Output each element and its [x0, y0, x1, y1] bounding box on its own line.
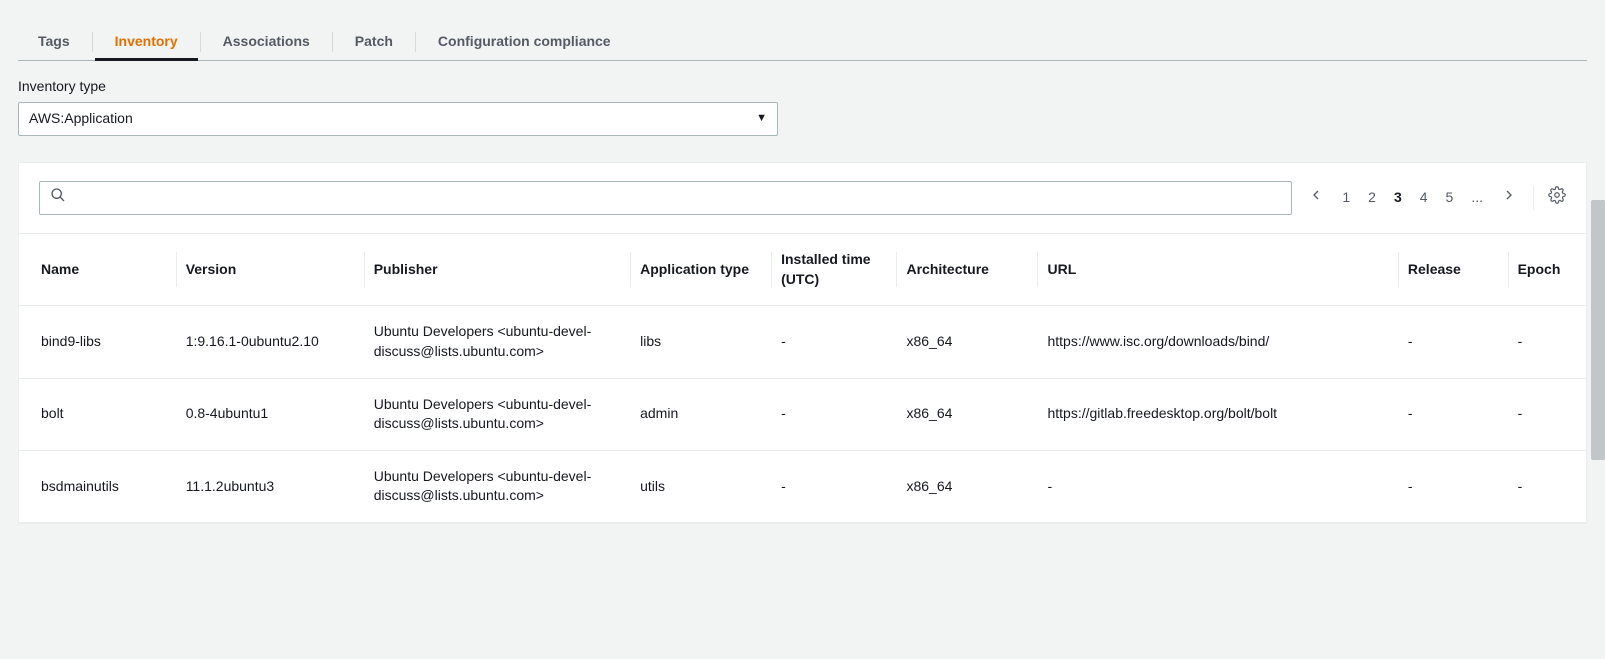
inventory-table: Name Version Publisher Application type … [19, 233, 1586, 523]
cell-publisher: Ubuntu Developers <ubuntu-devel-discuss@… [364, 450, 630, 522]
cell-installed: - [771, 378, 896, 450]
cell-installed: - [771, 306, 896, 378]
pager-page-2[interactable]: 2 [1368, 188, 1376, 208]
col-architecture[interactable]: Architecture [896, 234, 1037, 306]
cell-apptype: libs [630, 306, 771, 378]
pager-page-4[interactable]: 4 [1420, 188, 1428, 208]
cell-name: bind9-libs [19, 306, 176, 378]
cell-epoch: - [1508, 450, 1586, 522]
col-publisher[interactable]: Publisher [364, 234, 630, 306]
col-url[interactable]: URL [1037, 234, 1397, 306]
table-row: bind9-libs1:9.16.1-0ubuntu2.10Ubuntu Dev… [19, 306, 1586, 378]
col-installed[interactable]: Installed time (UTC) [771, 234, 896, 306]
col-release[interactable]: Release [1398, 234, 1508, 306]
cell-version: 0.8-4ubuntu1 [176, 378, 364, 450]
toolbar: 1 2 3 4 5 ... [19, 163, 1586, 233]
table-row: bolt0.8-4ubuntu1Ubuntu Developers <ubunt… [19, 378, 1586, 450]
cell-release: - [1398, 450, 1508, 522]
cell-apptype: admin [630, 378, 771, 450]
table-row: bsdmainutils11.1.2ubuntu3Ubuntu Develope… [19, 450, 1586, 522]
tab-associations[interactable]: Associations [203, 24, 330, 60]
cell-version: 11.1.2ubuntu3 [176, 450, 364, 522]
cell-apptype: utils [630, 450, 771, 522]
table-header-row: Name Version Publisher Application type … [19, 234, 1586, 306]
tab-tags[interactable]: Tags [18, 24, 90, 60]
col-epoch[interactable]: Epoch [1508, 234, 1586, 306]
tab-separator [332, 32, 333, 52]
tab-configuration-compliance[interactable]: Configuration compliance [418, 24, 631, 60]
cell-epoch: - [1508, 378, 1586, 450]
inventory-panel: 1 2 3 4 5 ... [18, 162, 1587, 524]
cell-release: - [1398, 378, 1508, 450]
cell-arch: x86_64 [896, 450, 1037, 522]
pager-page-1[interactable]: 1 [1342, 188, 1350, 208]
col-name[interactable]: Name [19, 234, 176, 306]
settings-button[interactable] [1533, 186, 1566, 210]
search-input[interactable] [74, 190, 1281, 206]
inventory-type-select[interactable]: AWS:Application ▼ [18, 102, 778, 136]
tab-separator [92, 32, 93, 52]
cell-url: https://www.isc.org/downloads/bind/ [1037, 306, 1397, 378]
vertical-scrollbar[interactable] [1591, 200, 1605, 460]
cell-arch: x86_64 [896, 306, 1037, 378]
search-input-wrapper[interactable] [39, 181, 1292, 215]
pager-next-icon[interactable] [1501, 187, 1517, 209]
cell-installed: - [771, 450, 896, 522]
cell-url: - [1037, 450, 1397, 522]
cell-publisher: Ubuntu Developers <ubuntu-devel-discuss@… [364, 378, 630, 450]
tab-separator [200, 32, 201, 52]
tab-patch[interactable]: Patch [335, 24, 413, 60]
cell-version: 1:9.16.1-0ubuntu2.10 [176, 306, 364, 378]
cell-epoch: - [1508, 306, 1586, 378]
inventory-type-value: AWS:Application [29, 109, 133, 129]
cell-arch: x86_64 [896, 378, 1037, 450]
col-apptype[interactable]: Application type [630, 234, 771, 306]
cell-url: https://gitlab.freedesktop.org/bolt/bolt [1037, 378, 1397, 450]
pager-page-3[interactable]: 3 [1394, 188, 1402, 208]
inventory-type-label: Inventory type [18, 77, 1587, 97]
pager-ellipsis[interactable]: ... [1471, 188, 1483, 208]
tab-separator [415, 32, 416, 52]
cell-name: bolt [19, 378, 176, 450]
gear-icon [1548, 186, 1566, 210]
pager-page-5[interactable]: 5 [1446, 188, 1454, 208]
cell-release: - [1398, 306, 1508, 378]
cell-publisher: Ubuntu Developers <ubuntu-devel-discuss@… [364, 306, 630, 378]
caret-down-icon: ▼ [756, 111, 767, 126]
tab-bar: Tags Inventory Associations Patch Config… [18, 0, 1587, 61]
pager-prev-icon[interactable] [1308, 187, 1324, 209]
col-version[interactable]: Version [176, 234, 364, 306]
cell-name: bsdmainutils [19, 450, 176, 522]
tab-inventory[interactable]: Inventory [95, 24, 198, 60]
pager: 1 2 3 4 5 ... [1308, 187, 1517, 209]
search-icon [50, 187, 66, 209]
